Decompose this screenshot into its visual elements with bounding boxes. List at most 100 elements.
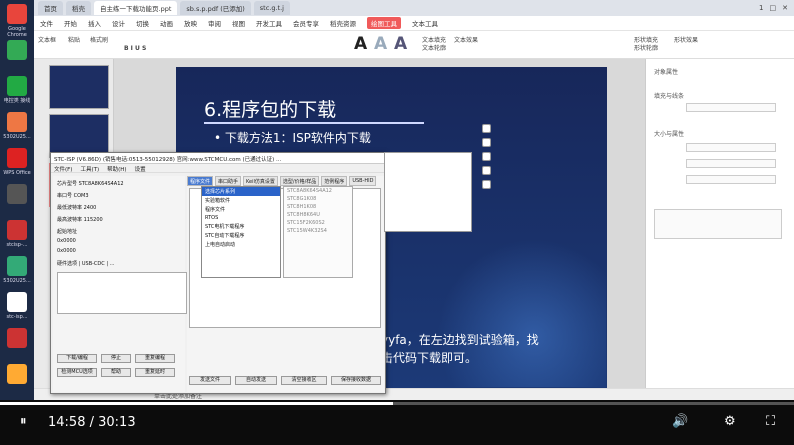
address-2[interactable]: 0x0000 [57,248,76,254]
stc-tab[interactable]: USB-HID [349,176,377,186]
context-menu-item[interactable]: 实验箱软件 [202,196,280,205]
progress-track[interactable] [0,402,794,405]
clear-receive-button[interactable]: 清空接收区 [281,376,327,385]
submenu-item[interactable]: STC8A8K64S4A12 [284,187,352,195]
chip-model[interactable]: 芯片型号 STC8A8K64S4A12 [57,180,124,187]
context-menu-item[interactable]: RTOS [202,214,280,222]
stop-button[interactable]: 停止 [101,354,131,363]
shape-outline[interactable]: 形状轮廓 [634,43,658,52]
menu-item[interactable]: 视图 [232,18,245,28]
menu-item[interactable]: 切换 [136,18,149,28]
pane-size-box[interactable] [686,143,776,152]
pane-position-box[interactable] [686,159,776,168]
pane-fill-box[interactable] [686,103,776,112]
menu-item[interactable]: 文件 [40,18,53,28]
hardware-options[interactable]: 硬件选项 | USB-CDC | ... [57,260,114,267]
tool-icon[interactable] [482,124,491,133]
wordart-light[interactable]: A [374,34,387,54]
auto-send-button[interactable]: 自动发送 [235,376,277,385]
context-menu-item[interactable]: STC电机下载程序 [202,222,280,231]
volume-icon[interactable]: 🔊 [672,414,688,429]
menu-item[interactable]: 稻壳资源 [330,18,356,28]
pause-icon[interactable]: ⏸ [20,414,27,429]
send-file-button[interactable]: 发送文件 [189,376,231,385]
ribbon-paste[interactable]: 粘贴 [68,35,80,44]
tab-pdf[interactable]: sb.s.p.pdf (已添加) [180,1,251,15]
stc-tab[interactable]: 串口助手 [215,176,242,186]
check-mcu-button[interactable]: 检测MCU选项 [57,368,97,377]
tab-doc[interactable]: stc.g.t.j [253,1,290,15]
text-effect[interactable]: 文本效果 [454,35,478,44]
dock-item[interactable]: 5302U25... [2,112,32,140]
stc-tab[interactable]: Keil仿真设置 [243,176,278,186]
dock-item[interactable]: stc-isp... [2,292,32,320]
dock-item[interactable] [2,364,32,386]
pane-rotation-box[interactable] [686,175,776,184]
stc-tab[interactable]: 程序文件 [187,176,214,186]
stc-tab[interactable]: 选型/价格/样品 [279,176,320,186]
save-data-button[interactable]: 保存接收数据 [331,376,381,385]
submenu-item[interactable]: STC15W4K32S4 [284,227,352,235]
ribbon-format-painter[interactable]: 格式刷 [90,35,108,44]
dock-item[interactable] [2,328,32,350]
stc-menu-file[interactable]: 文件(F) [54,165,72,173]
menu-item[interactable]: 开始 [64,18,77,28]
context-menu-item[interactable]: 选择芯片系列 [202,187,280,196]
minimize-button[interactable]: 1 [759,4,763,12]
menu-item[interactable]: 审阅 [208,18,221,28]
dock-item[interactable]: Google Chrome [2,4,32,38]
min-baud[interactable]: 最低波特率 2400 [57,204,96,211]
menu-item[interactable]: 会员专享 [293,18,319,28]
tool-icon[interactable] [482,180,491,189]
submenu-item[interactable]: STC8G1K08 [284,195,352,203]
menu-item[interactable]: 设计 [112,18,125,28]
shape-effect[interactable]: 形状效果 [674,35,698,44]
tab-ppt[interactable]: 自主练一下载功能页.ppt [94,1,178,15]
text-outline[interactable]: 文本轮廓 [422,43,446,52]
dock-item[interactable]: stcisp-... [2,220,32,248]
context-menu-item[interactable]: 程序文件 [202,205,280,214]
option-list[interactable] [57,272,187,314]
maximize-button[interactable]: □ [770,4,777,12]
download-button[interactable]: 下载/编程 [57,354,97,363]
serial-port[interactable]: 串口号 COM3 [57,192,89,199]
ribbon-textbox[interactable]: 文本框 [38,35,56,44]
context-menu-item[interactable]: 上电自动启动 [202,240,280,249]
stc-menu-tools[interactable]: 工具(T) [80,165,99,173]
tab-docer[interactable]: 稻壳 [66,1,91,15]
max-baud[interactable]: 最高波特率 115200 [57,216,103,223]
close-button[interactable]: ✕ [782,4,788,12]
stc-tab[interactable]: 范例程序 [321,176,348,186]
tool-icon[interactable] [482,166,491,175]
address-1[interactable]: 0x0000 [57,238,76,244]
menu-item[interactable]: 插入 [88,18,101,28]
repeat-delay-button[interactable]: 重复延时 [135,368,175,377]
stc-menu-help[interactable]: 帮助(H) [107,165,126,173]
thumbnail-1[interactable] [49,65,109,109]
menu-item[interactable]: 放映 [184,18,197,28]
gear-icon[interactable]: ⚙ [724,414,736,429]
ribbon-font-style[interactable]: B I U S [124,45,146,52]
submenu-item[interactable]: STC8H1K08 [284,203,352,211]
repeat-program-button[interactable]: 重复编程 [135,354,175,363]
wordart-black[interactable]: A [354,34,367,54]
tab-home[interactable]: 首页 [38,1,63,15]
menu-item[interactable]: 开发工具 [256,18,282,28]
dock-item[interactable]: 电控类 接线 [2,76,32,104]
dock-item[interactable] [2,184,32,206]
submenu-item[interactable]: STC8H8K64U [284,211,352,219]
tool-icon[interactable] [482,152,491,161]
fullscreen-icon[interactable]: ⛶ [766,414,775,429]
pane-alt-text[interactable] [654,209,782,239]
tool-icon[interactable] [482,138,491,147]
context-menu-item[interactable]: STC自动下载程序 [202,231,280,240]
menu-item[interactable]: 文本工具 [412,18,438,28]
stc-menu-settings[interactable]: 设置 [135,165,146,173]
dock-item[interactable] [2,40,32,62]
wordart-outline[interactable]: A [394,34,407,54]
dock-item[interactable]: WPS Office [2,148,32,176]
dock-item[interactable]: 5302U25... [2,256,32,284]
menu-item[interactable]: 绘图工具 [367,17,401,29]
submenu-item[interactable]: STC15F2K60S2 [284,219,352,227]
menu-item[interactable]: 动画 [160,18,173,28]
